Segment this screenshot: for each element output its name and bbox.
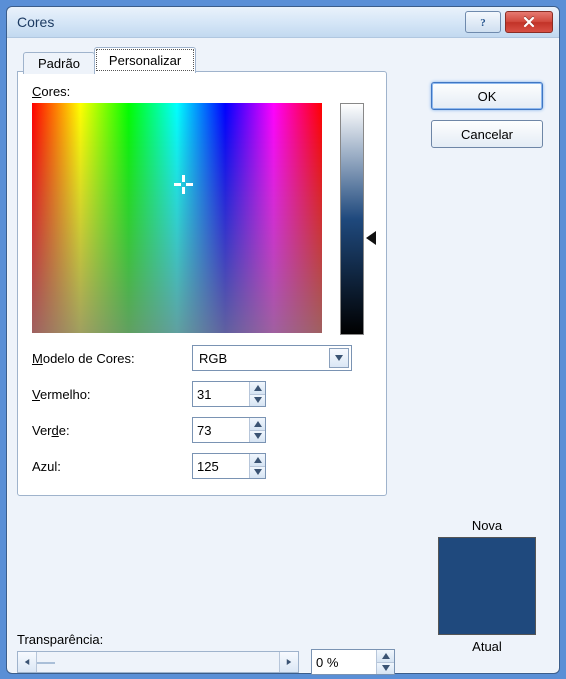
tab-custom[interactable]: Personalizar xyxy=(94,47,196,73)
close-button[interactable] xyxy=(505,11,553,33)
ok-button[interactable]: OK xyxy=(431,82,543,110)
spectrum-crosshair xyxy=(183,184,201,202)
slider-left[interactable] xyxy=(18,652,37,672)
transparency-label: Transparência: xyxy=(17,632,417,647)
atual-label: Atual xyxy=(427,639,547,654)
right-column: OK Cancelar xyxy=(427,82,547,158)
red-spinner[interactable] xyxy=(192,381,266,407)
tab-strip: Padrão Personalizar xyxy=(23,46,549,72)
window-title: Cores xyxy=(17,14,461,30)
color-dialog: Cores ? Padrão Personalizar Cores: xyxy=(6,6,560,674)
trans-down[interactable] xyxy=(377,663,394,675)
chevron-up-icon xyxy=(254,385,262,391)
dialog-content: Padrão Personalizar Cores: Modelo de Cor… xyxy=(7,38,559,506)
luminance-arrow[interactable] xyxy=(366,231,376,245)
red-label: Vermelho: xyxy=(32,387,192,402)
red-input[interactable] xyxy=(193,382,249,406)
tab-default[interactable]: Padrão xyxy=(23,52,95,74)
chevron-down-icon xyxy=(254,433,262,439)
transparency-input[interactable] xyxy=(312,650,376,674)
preview-section: Nova Atual xyxy=(427,518,547,654)
dropdown-button[interactable] xyxy=(329,348,349,368)
chevron-left-icon xyxy=(23,659,31,665)
blue-input[interactable] xyxy=(193,454,249,478)
trans-up[interactable] xyxy=(377,650,394,663)
red-up[interactable] xyxy=(250,382,265,395)
green-down[interactable] xyxy=(250,431,265,443)
transparency-row: Transparência: xyxy=(17,632,417,675)
blue-spinner[interactable] xyxy=(192,453,266,479)
chevron-up-icon xyxy=(382,653,390,659)
close-icon xyxy=(522,16,536,28)
green-up[interactable] xyxy=(250,418,265,431)
chevron-up-icon xyxy=(254,421,262,427)
chevron-up-icon xyxy=(254,457,262,463)
chevron-down-icon xyxy=(254,469,262,475)
color-swatch xyxy=(438,537,536,635)
help-icon: ? xyxy=(477,16,489,28)
blue-down[interactable] xyxy=(250,467,265,479)
color-model-select[interactable]: RGB xyxy=(192,345,352,371)
green-label: Verde: xyxy=(32,423,192,438)
green-spinner[interactable] xyxy=(192,417,266,443)
slider-thumb[interactable] xyxy=(37,662,55,664)
chevron-down-icon xyxy=(335,355,343,361)
help-button[interactable]: ? xyxy=(465,11,501,33)
chevron-right-icon xyxy=(285,659,293,665)
custom-panel: Cores: Modelo de Cores: RGB xyxy=(17,71,387,496)
transparency-slider[interactable] xyxy=(17,651,299,673)
slider-right[interactable] xyxy=(279,652,298,672)
transparency-spinner[interactable] xyxy=(311,649,395,675)
red-down[interactable] xyxy=(250,395,265,407)
blue-up[interactable] xyxy=(250,454,265,467)
chevron-down-icon xyxy=(382,665,390,671)
cores-label: Cores: xyxy=(32,84,372,99)
green-input[interactable] xyxy=(193,418,249,442)
model-label: Modelo de Cores: xyxy=(32,351,192,366)
color-model-value: RGB xyxy=(199,351,227,366)
color-spectrum[interactable] xyxy=(32,103,322,333)
luminance-bar[interactable] xyxy=(340,103,364,335)
svg-text:?: ? xyxy=(480,17,486,28)
cancel-button[interactable]: Cancelar xyxy=(431,120,543,148)
blue-label: Azul: xyxy=(32,459,192,474)
nova-label: Nova xyxy=(427,518,547,533)
titlebar[interactable]: Cores ? xyxy=(7,7,559,38)
chevron-down-icon xyxy=(254,397,262,403)
